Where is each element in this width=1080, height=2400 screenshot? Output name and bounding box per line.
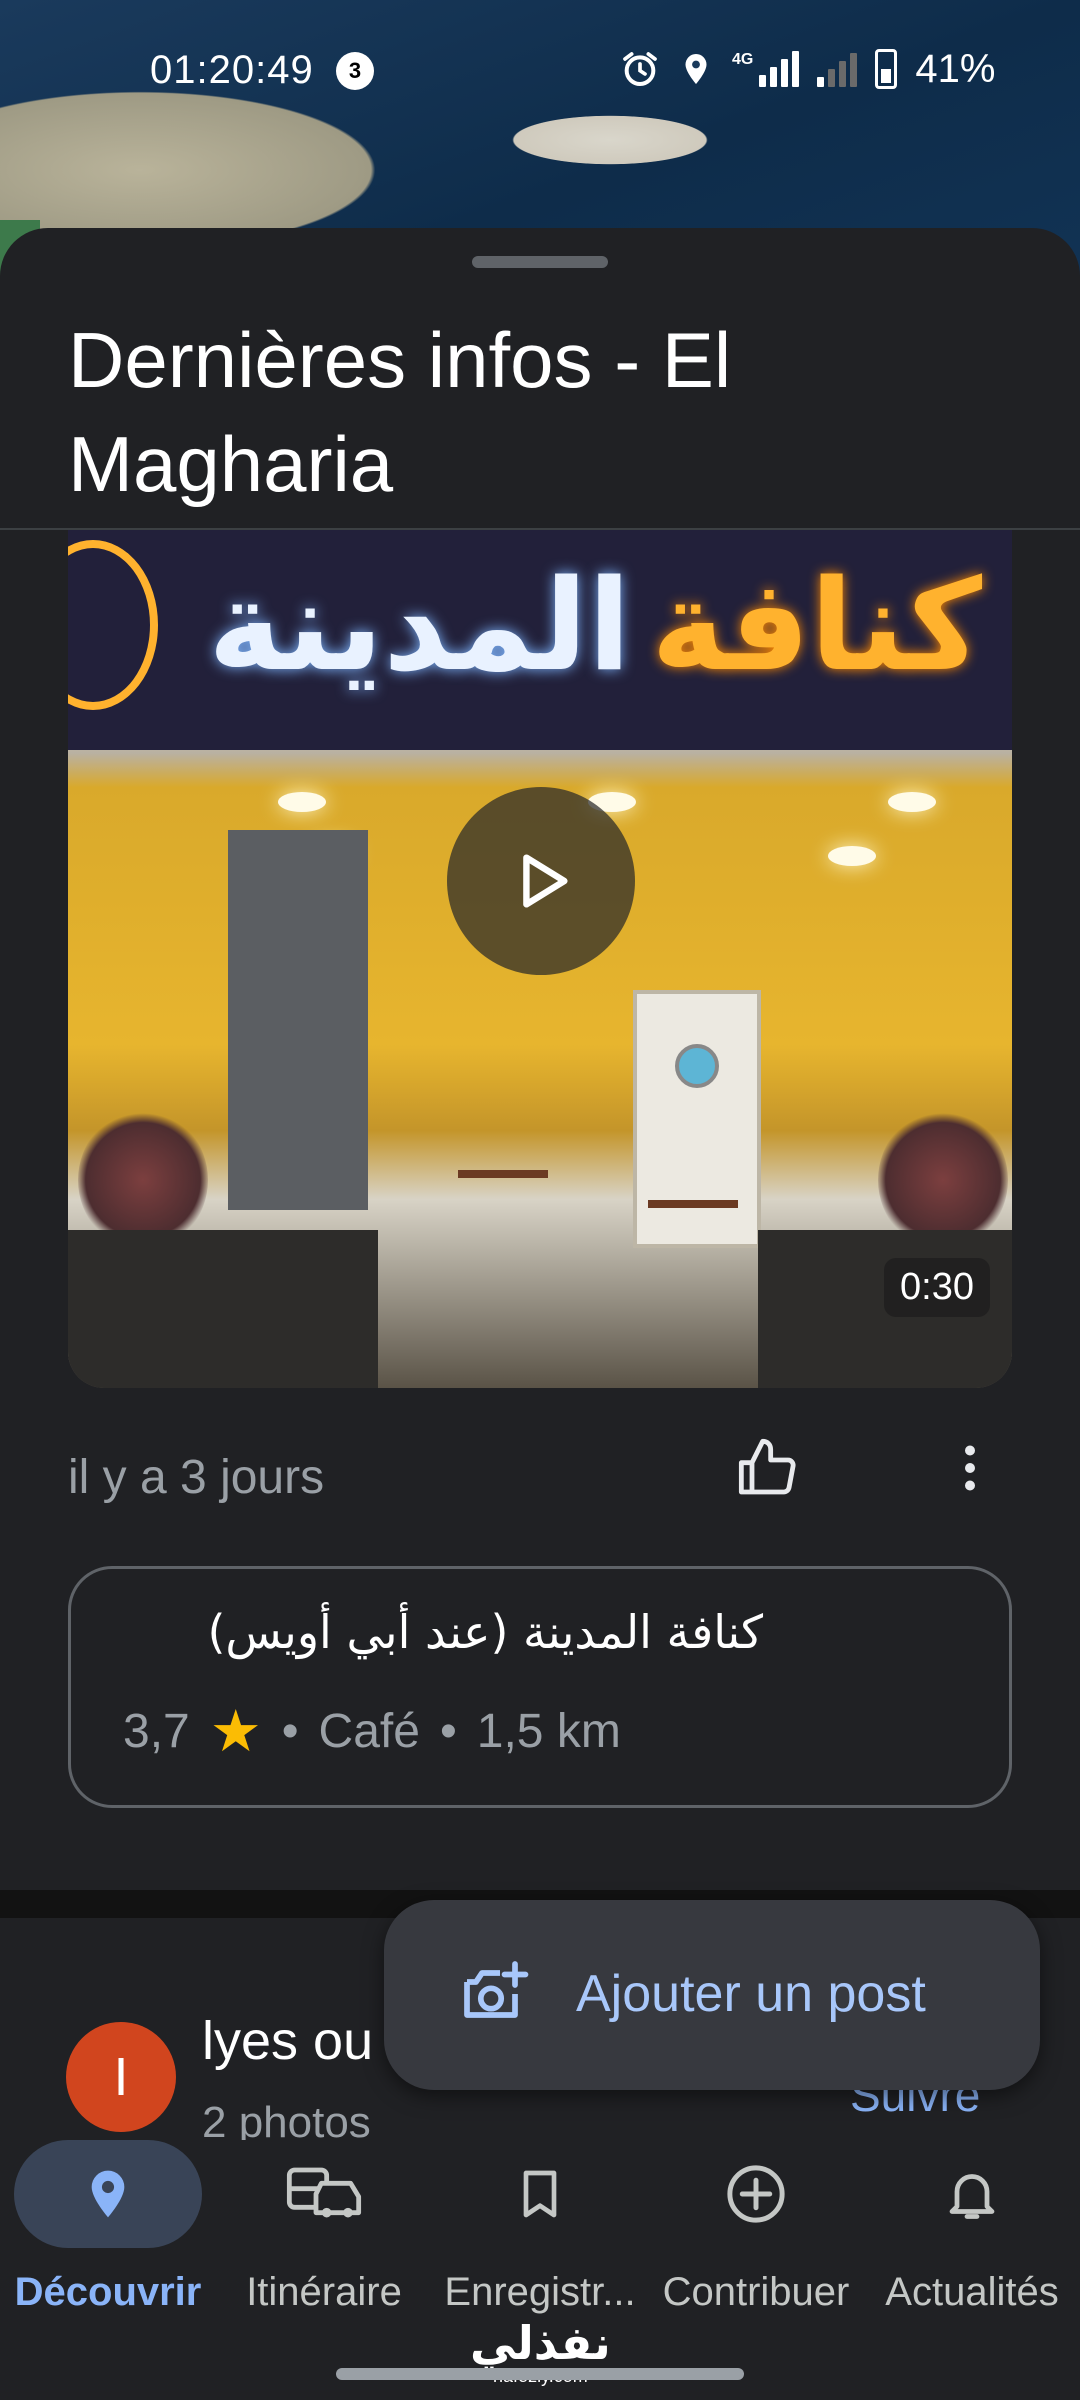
status-time: 01:20:49 xyxy=(150,48,314,92)
separator-dot: • xyxy=(439,1704,457,1758)
nav-item-discover[interactable]: Découvrir xyxy=(0,2140,216,2340)
battery-icon xyxy=(875,49,898,89)
ceiling-light xyxy=(828,846,876,866)
updates-bottom-sheet: Dernières infos - El Magharia المدينة كن… xyxy=(0,228,1080,1888)
ceiling-light xyxy=(278,792,326,812)
nav-icon-wrap xyxy=(864,2140,1080,2248)
separator-dot: • xyxy=(281,1704,299,1758)
sheet-title: Dernières infos - El Magharia xyxy=(68,316,732,508)
notification-count-badge: 3 xyxy=(336,52,374,90)
battery-percent: 41% xyxy=(915,46,996,91)
post-author[interactable]: lyes ou xyxy=(202,2010,373,2072)
place-name: كنافة المدينة (عند أبي أويس) xyxy=(207,1605,763,1659)
sign-text-primary: كنافة xyxy=(651,552,982,699)
video-plant xyxy=(78,1110,208,1250)
post-timestamp: il y a 3 jours xyxy=(68,1451,325,1504)
commute-icon xyxy=(286,2167,362,2218)
add-post-label: Ajouter un post xyxy=(576,1965,926,2023)
video-duration: 0:30 xyxy=(884,1258,990,1317)
ceiling-light xyxy=(888,792,936,812)
signal-icon xyxy=(759,51,800,87)
star-icon: ★ xyxy=(209,1699,262,1764)
bell-icon xyxy=(949,2174,995,2219)
play-button[interactable] xyxy=(447,787,635,975)
avatar[interactable]: I xyxy=(66,2022,176,2132)
alarm-icon xyxy=(623,52,657,86)
video-planter xyxy=(68,1230,378,1388)
place-card[interactable]: كنافة المدينة (عند أبي أويس) 3,7 ★ • Caf… xyxy=(68,1566,1012,1808)
nav-label-contribute: Contribuer xyxy=(662,2270,850,2314)
sheet-drag-handle[interactable] xyxy=(472,256,608,268)
home-indicator[interactable] xyxy=(336,2368,744,2380)
nav-icon-wrap xyxy=(648,2140,864,2248)
place-distance: 1,5 km xyxy=(476,1704,621,1758)
place-info: 3,7 ★ • Café • 1,5 km xyxy=(123,1697,621,1765)
location-pin-icon xyxy=(91,2170,125,2218)
video-table xyxy=(458,1170,548,1178)
place-category: Café xyxy=(318,1704,420,1758)
video-door xyxy=(633,990,761,1248)
nav-label-updates: Actualités xyxy=(885,2270,1059,2314)
nav-icon-wrap xyxy=(0,2140,216,2248)
status-bar: 01:20:49 3 4G 41% xyxy=(0,0,1080,140)
video-table xyxy=(648,1200,738,1208)
more-options-icon[interactable] xyxy=(940,1432,1000,1504)
nav-item-directions[interactable]: Itinéraire xyxy=(216,2140,432,2340)
nav-active-indicator xyxy=(14,2140,202,2248)
status-icons: 4G 41% xyxy=(620,46,995,92)
nav-item-contribute[interactable]: Contribuer xyxy=(648,2140,864,2340)
add-post-button[interactable]: Ajouter un post xyxy=(384,1900,1040,2090)
add-circle-icon xyxy=(727,2165,785,2223)
nav-label-directions: Itinéraire xyxy=(246,2270,402,2314)
nav-icon-wrap xyxy=(432,2140,648,2248)
nav-label-discover: Découvrir xyxy=(14,2270,202,2314)
nav-label-saved: Enregistr... xyxy=(444,2270,636,2314)
video-thumbnail-sign: المدينة كنافة xyxy=(68,530,1012,750)
watermark-arabic: نفذلي xyxy=(470,2316,611,2370)
sign-logo xyxy=(68,540,158,710)
nav-item-saved[interactable]: Enregistr... xyxy=(432,2140,648,2340)
video-plant xyxy=(878,1110,1008,1250)
thumbs-up-icon[interactable] xyxy=(734,1436,802,1500)
network-type: 4G xyxy=(732,51,754,68)
nav-icon-wrap xyxy=(216,2140,432,2248)
place-rating: 3,7 xyxy=(123,1704,190,1758)
signal-icon-sim2 xyxy=(817,51,858,87)
play-icon xyxy=(523,854,568,908)
post-video[interactable]: المدينة كنافة 0:30 xyxy=(68,530,1012,1388)
bookmark-icon xyxy=(523,2170,557,2218)
location-icon xyxy=(685,54,707,84)
nav-item-updates[interactable]: Actualités xyxy=(864,2140,1080,2340)
video-pillar xyxy=(228,830,368,1210)
sign-text-secondary: المدينة xyxy=(208,552,631,699)
add-photo-icon xyxy=(464,1961,529,2018)
